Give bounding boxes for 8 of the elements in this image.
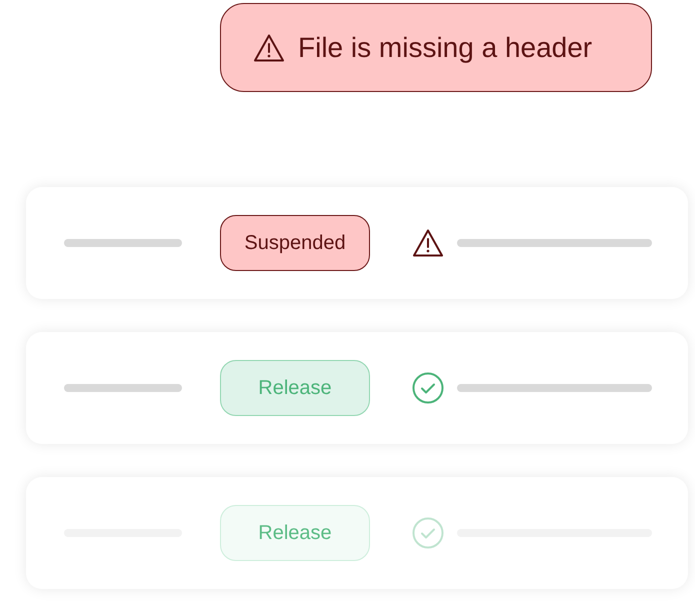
status-badge: Suspended bbox=[220, 215, 370, 271]
check-circle-icon bbox=[412, 372, 444, 404]
toast-message: File is missing a header bbox=[298, 32, 592, 64]
status-badge: Release bbox=[220, 505, 370, 561]
check-circle-icon bbox=[412, 517, 444, 549]
warning-icon bbox=[412, 227, 444, 259]
warning-icon bbox=[253, 32, 285, 62]
status-badge: Release bbox=[220, 360, 370, 416]
